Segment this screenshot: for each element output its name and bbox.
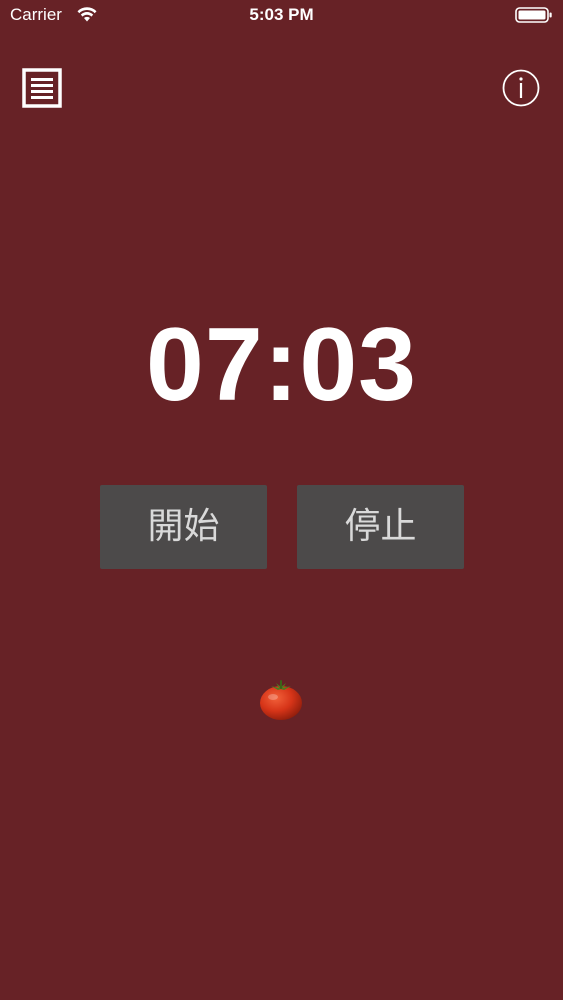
menu-button[interactable]: [22, 68, 62, 108]
timer-display: 07:03: [146, 307, 417, 423]
info-button[interactable]: [501, 68, 541, 108]
start-button[interactable]: 開始: [100, 485, 267, 569]
stop-button[interactable]: 停止: [297, 485, 464, 569]
tomato-icon: [260, 680, 302, 720]
list-icon: [22, 68, 62, 108]
info-icon: [502, 69, 540, 107]
status-bar: Carrier 5:03 PM: [0, 0, 563, 34]
battery-icon: [515, 7, 552, 23]
status-time: 5:03 PM: [249, 5, 314, 24]
